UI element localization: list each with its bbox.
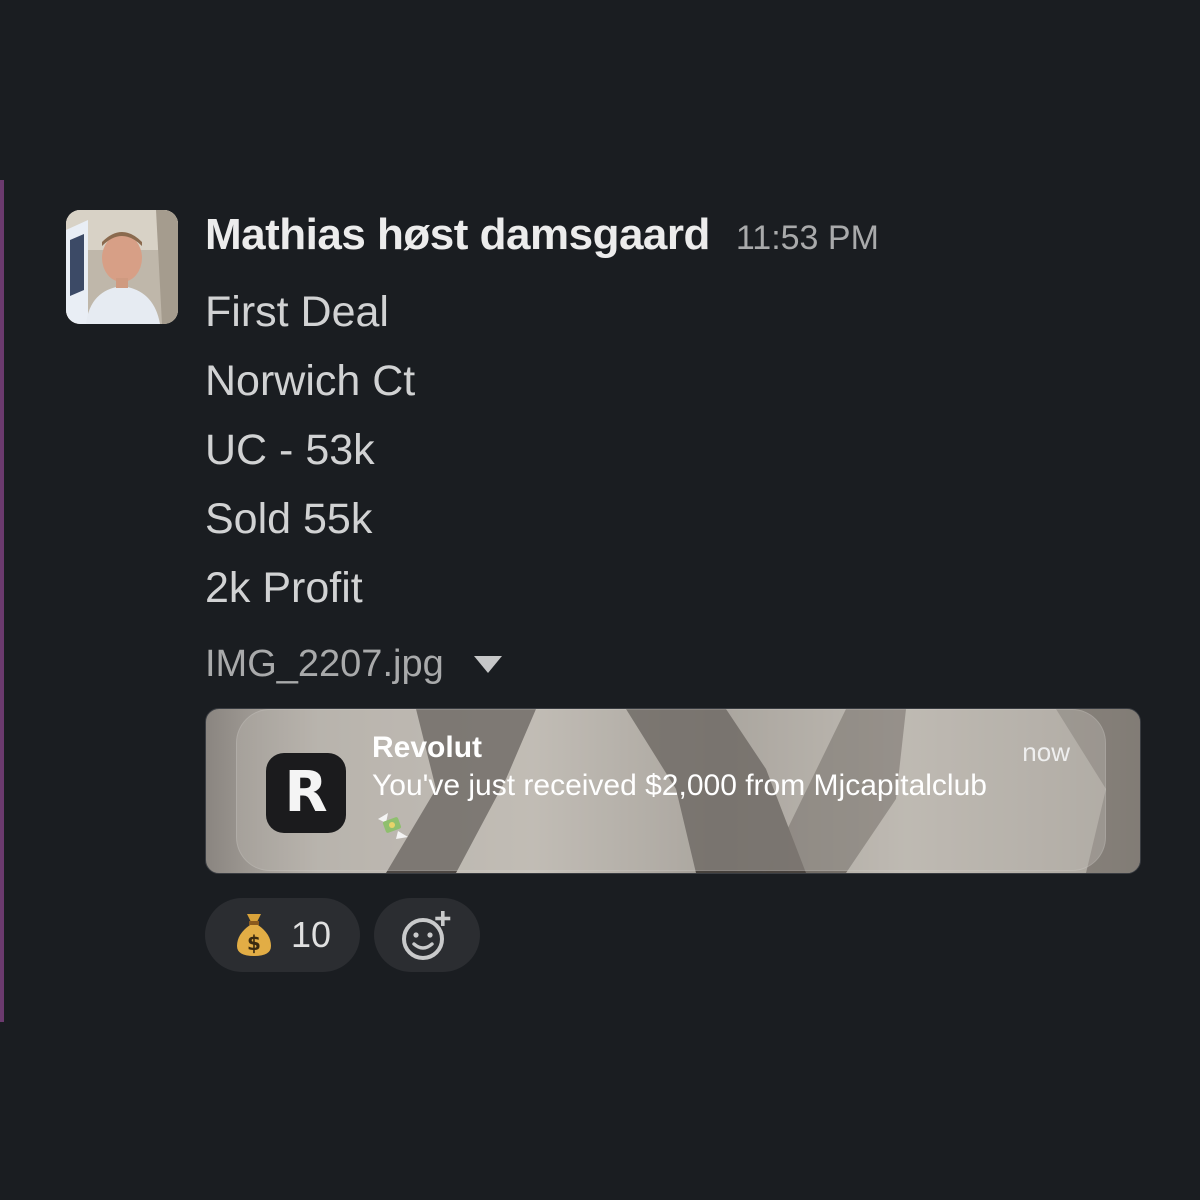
notification-time: now bbox=[1022, 737, 1070, 767]
message-line: Norwich Ct bbox=[205, 357, 416, 405]
svg-text:$: $ bbox=[247, 931, 261, 955]
message-line: First Deal bbox=[205, 288, 389, 336]
notification-card: R Revolut now You've just received $2,00… bbox=[236, 709, 1106, 871]
attachment-header: IMG_2207.jpg bbox=[205, 633, 1145, 695]
message-header: Mathias høst damsgaard 11:53 PM bbox=[205, 210, 1145, 262]
revolut-app-icon: R bbox=[266, 753, 346, 833]
message-timestamp[interactable]: 11:53 PM bbox=[736, 219, 879, 258]
app-icon-letter: R bbox=[284, 760, 328, 825]
message-content: Mathias høst damsgaard 11:53 PM First De… bbox=[205, 210, 1145, 972]
thread-accent-bar bbox=[0, 180, 4, 1022]
message-line: 2k Profit bbox=[205, 564, 363, 612]
notification-app-name: Revolut bbox=[372, 731, 483, 764]
reactions-bar: $ 10 bbox=[205, 898, 480, 972]
reaction-money-bag[interactable]: $ 10 bbox=[205, 898, 360, 972]
attachment-image[interactable]: R Revolut now You've just received $2,00… bbox=[205, 708, 1141, 874]
chevron-down-icon[interactable] bbox=[473, 655, 502, 673]
add-reaction-button[interactable] bbox=[374, 898, 480, 972]
author-name[interactable]: Mathias høst damsgaard bbox=[205, 210, 710, 260]
message-line: UC - 53k bbox=[205, 426, 375, 474]
attachment-file-name[interactable]: IMG_2207.jpg bbox=[205, 643, 444, 686]
money-with-wings-icon bbox=[378, 813, 408, 839]
message-body: First Deal Norwich Ct UC - 53k Sold 55k … bbox=[205, 278, 1145, 623]
avatar-photo bbox=[66, 210, 178, 324]
notification-text: You've just received $2,000 from Mjcapit… bbox=[372, 769, 987, 802]
money-bag-icon: $ bbox=[237, 914, 271, 956]
add-reaction-icon bbox=[402, 911, 451, 960]
reaction-count: 10 bbox=[291, 914, 332, 955]
avatar[interactable] bbox=[66, 210, 178, 324]
message-line: Sold 55k bbox=[205, 495, 373, 543]
